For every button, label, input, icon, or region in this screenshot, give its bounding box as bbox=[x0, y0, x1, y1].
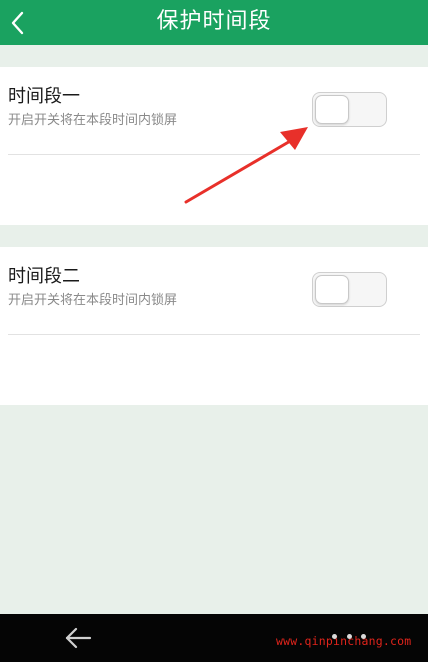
time-slot-1-description: 开启开关将在本段时间内锁屏 bbox=[8, 113, 178, 128]
time-slot-card-2: 时间段二 开启开关将在本段时间内锁屏 bbox=[0, 247, 428, 405]
time-slot-2-title: 时间段二 bbox=[8, 266, 80, 287]
time-slot-card-1: 时间段一 开启开关将在本段时间内锁屏 bbox=[0, 67, 428, 225]
toggle-knob bbox=[315, 275, 349, 304]
time-slot-2-description: 开启开关将在本段时间内锁屏 bbox=[8, 293, 178, 308]
menu-dot bbox=[346, 633, 352, 639]
page-title: 保护时间段 bbox=[156, 9, 272, 34]
time-slot-1-title: 时间段一 bbox=[8, 86, 80, 107]
menu-dot bbox=[361, 633, 366, 639]
screen: 保护时间段 时间段一 开启开关将在本段时间内锁屏 时间段二 开启开关将在本段时间… bbox=[0, 0, 428, 662]
arrow-left-icon bbox=[65, 627, 92, 649]
nav-back-button[interactable] bbox=[60, 624, 96, 652]
toggle-knob bbox=[315, 95, 349, 124]
system-navigation-bar: www.qinpinchang.com bbox=[0, 614, 428, 662]
time-slot-2-toggle[interactable] bbox=[312, 272, 387, 307]
time-slot-1-toggle[interactable] bbox=[312, 92, 387, 127]
section-gap bbox=[0, 45, 428, 67]
divider bbox=[8, 334, 420, 335]
divider bbox=[8, 154, 420, 155]
menu-dot bbox=[332, 633, 337, 639]
three-dots-icon[interactable] bbox=[332, 628, 366, 644]
app-header: 保护时间段 bbox=[0, 0, 428, 45]
